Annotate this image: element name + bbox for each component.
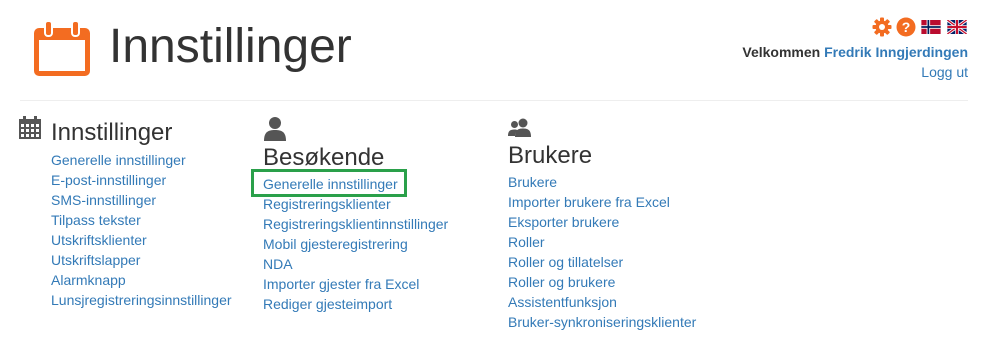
settings-link-print-slips[interactable]: Utskriftslapper bbox=[51, 252, 140, 268]
visitors-link-nda[interactable]: NDA bbox=[263, 256, 293, 272]
logout-link[interactable]: Logg ut bbox=[921, 64, 968, 80]
list-item: Registreringsklientinnstillinger bbox=[263, 214, 448, 234]
settings-link-texts[interactable]: Tilpass tekster bbox=[51, 212, 141, 228]
list-item: Roller og tillatelser bbox=[508, 252, 696, 272]
users-icon bbox=[508, 118, 531, 137]
list-item: Bruker-synkroniseringsklienter bbox=[508, 312, 696, 332]
users-link-sync-clients[interactable]: Bruker-synkroniseringsklienter bbox=[508, 314, 696, 330]
list-item: Eksporter brukere bbox=[508, 212, 696, 232]
settings-link-lunch[interactable]: Lunsjregistreringsinnstillinger bbox=[51, 292, 232, 308]
visitors-link-reg-clients[interactable]: Registreringsklienter bbox=[263, 196, 391, 212]
uk-flag-icon[interactable] bbox=[946, 20, 968, 34]
list-item: Generelle innstillinger bbox=[263, 174, 448, 194]
users-section-title: Brukere bbox=[508, 142, 593, 169]
users-link-list: Brukere Importer brukere fra Excel Ekspo… bbox=[508, 172, 696, 332]
welcome-label: Velkommen bbox=[742, 44, 821, 60]
help-icon[interactable]: ? bbox=[896, 17, 916, 37]
list-item: Lunsjregistreringsinnstillinger bbox=[51, 290, 232, 310]
header-divider bbox=[20, 100, 968, 101]
settings-link-print-clients[interactable]: Utskriftsklienter bbox=[51, 232, 147, 248]
list-item: Mobil gjesteregistrering bbox=[263, 234, 448, 254]
page-title: Innstillinger bbox=[109, 20, 352, 73]
list-item: Registreringsklienter bbox=[263, 194, 448, 214]
users-link-users[interactable]: Brukere bbox=[508, 174, 557, 190]
calendar-grid-icon bbox=[19, 116, 41, 139]
list-item: Utskriftslapper bbox=[51, 250, 232, 270]
visitors-link-reg-client-settings[interactable]: Registreringsklientinnstillinger bbox=[263, 216, 448, 232]
users-link-export[interactable]: Eksporter brukere bbox=[508, 214, 619, 230]
visitors-link-import-excel[interactable]: Importer gjester fra Excel bbox=[263, 276, 419, 292]
visitors-link-general[interactable]: Generelle innstillinger bbox=[263, 176, 398, 192]
settings-link-list: Generelle innstillinger E-post-innstilli… bbox=[51, 150, 232, 310]
visitors-link-mobile-reg[interactable]: Mobil gjesteregistrering bbox=[263, 236, 408, 252]
list-item: Brukere bbox=[508, 172, 696, 192]
user-icon bbox=[264, 117, 286, 141]
list-item: Importer brukere fra Excel bbox=[508, 192, 696, 212]
visitors-section-title: Besøkende bbox=[263, 144, 385, 171]
list-item: Tilpass tekster bbox=[51, 210, 232, 230]
settings-link-email[interactable]: E-post-innstillinger bbox=[51, 172, 166, 188]
gear-icon[interactable] bbox=[872, 17, 892, 37]
settings-section-title: Innstillinger bbox=[51, 119, 173, 146]
welcome-text: Velkommen Fredrik Inngjerdingen bbox=[742, 44, 968, 60]
list-item: Importer gjester fra Excel bbox=[263, 274, 448, 294]
list-item: E-post-innstillinger bbox=[51, 170, 232, 190]
norway-flag-icon[interactable] bbox=[920, 20, 942, 34]
list-item: NDA bbox=[263, 254, 448, 274]
users-link-roles-users[interactable]: Roller og brukere bbox=[508, 274, 615, 290]
list-item: Utskriftsklienter bbox=[51, 230, 232, 250]
settings-link-sms[interactable]: SMS-innstillinger bbox=[51, 192, 156, 208]
users-link-roles[interactable]: Roller bbox=[508, 234, 545, 250]
page-header: Innstillinger ? Velkommen Fredrik Inngje… bbox=[0, 0, 982, 100]
calendar-icon bbox=[34, 20, 90, 76]
svg-text:?: ? bbox=[902, 19, 911, 35]
list-item: SMS-innstillinger bbox=[51, 190, 232, 210]
list-item: Assistentfunksjon bbox=[508, 292, 696, 312]
visitors-link-list: Generelle innstillinger Registreringskli… bbox=[263, 174, 448, 314]
settings-link-general[interactable]: Generelle innstillinger bbox=[51, 152, 186, 168]
header-toolbar: ? bbox=[872, 16, 968, 38]
list-item: Generelle innstillinger bbox=[51, 150, 232, 170]
list-item: Roller bbox=[508, 232, 696, 252]
list-item: Rediger gjesteimport bbox=[263, 294, 448, 314]
users-link-roles-permissions[interactable]: Roller og tillatelser bbox=[508, 254, 623, 270]
user-name-link[interactable]: Fredrik Inngjerdingen bbox=[824, 44, 968, 60]
list-item: Roller og brukere bbox=[508, 272, 696, 292]
visitors-link-edit-import[interactable]: Rediger gjesteimport bbox=[263, 296, 392, 312]
settings-link-alarm[interactable]: Alarmknapp bbox=[51, 272, 126, 288]
users-link-assistant[interactable]: Assistentfunksjon bbox=[508, 294, 617, 310]
list-item: Alarmknapp bbox=[51, 270, 232, 290]
users-link-import-excel[interactable]: Importer brukere fra Excel bbox=[508, 194, 670, 210]
